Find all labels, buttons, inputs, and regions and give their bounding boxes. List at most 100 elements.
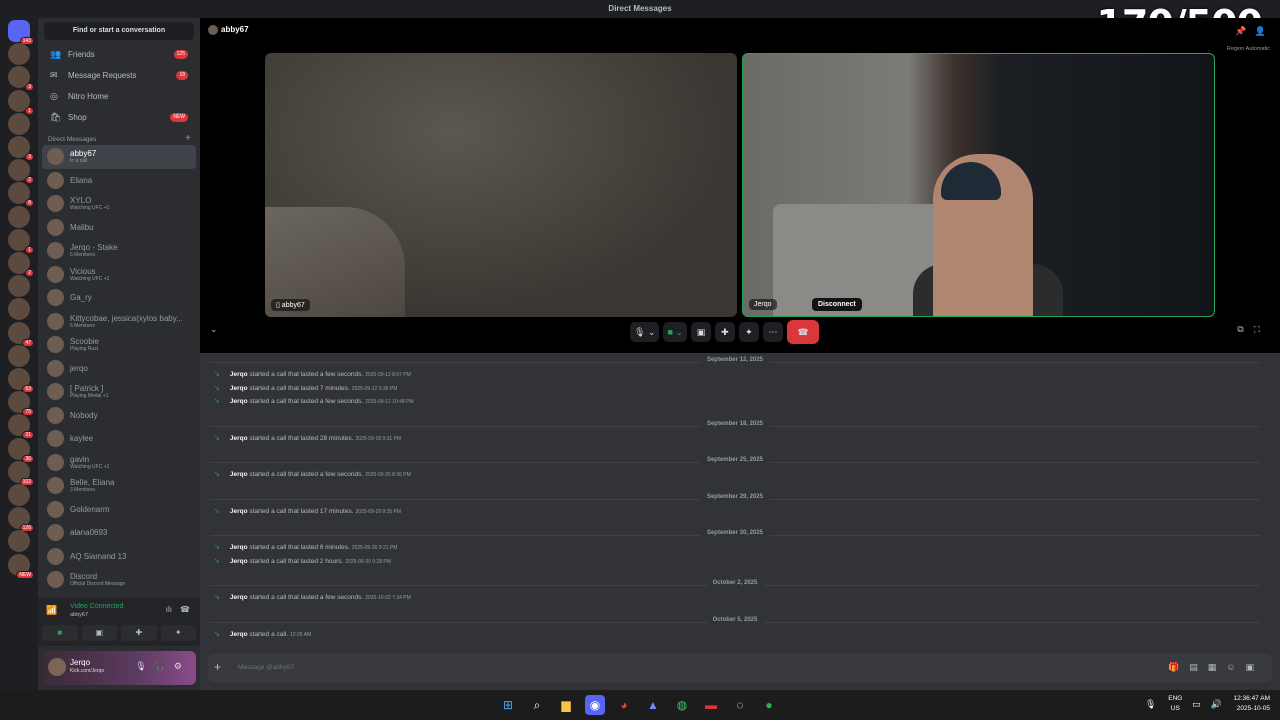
server-icon[interactable] [8,205,30,228]
sidebar-item-shop[interactable]: 🛍 Shop NEW [42,107,196,128]
server-icon[interactable]: 47 [8,321,34,347]
sidebar-item-friends[interactable]: 👥 Friends 125 [42,44,196,65]
server-icon[interactable]: 126 [8,507,34,533]
message-author[interactable]: Jerqo [230,398,248,405]
activity-button[interactable]: ✚ [714,322,735,342]
message-author[interactable]: Jerqo [230,371,248,378]
server-icon[interactable]: 2 [8,159,34,185]
headphones-icon[interactable]: 🎧 [155,661,174,671]
search-icon[interactable]: ⌕ [527,695,547,715]
message-input[interactable]: Message @abby67 [238,664,294,671]
screenshare-button[interactable]: ▣ [690,322,711,342]
clock[interactable]: 12:36:47 AM 2025-10-05 [1234,694,1271,714]
mic-icon[interactable]: 🎙 [135,661,154,671]
chrome-icon[interactable]: ◕ [614,695,634,715]
message-author[interactable]: Jerqo [230,544,248,551]
fullscreen-icon[interactable]: ⛶ [1254,324,1270,334]
dm-item[interactable]: alana0693 [42,521,196,545]
sidebar-item-message-requests[interactable]: ✉ Message Requests 18 [42,65,196,86]
dm-item[interactable]: [ Patrick ] Playing Medal +1 [42,380,196,404]
server-icon[interactable]: 3 [8,136,34,161]
language-indicator[interactable]: ENG US [1168,694,1182,714]
sidebar-item-nitro-home[interactable]: ◎ Nitro Home [42,86,196,107]
message-author[interactable]: Jerqo [230,471,248,478]
disconnect-button[interactable]: ☎ [786,320,819,344]
dm-item[interactable]: Kittycobae, jessica(xylos baby... 6 Membe… [42,310,196,334]
dm-item[interactable]: Belle, Eliana 3 Members [42,474,196,498]
dm-item[interactable]: Discord Official Discord Message [42,568,196,592]
network-icon[interactable]: ▭ [1192,694,1201,714]
create-dm-plus-icon[interactable]: + [185,133,191,144]
volume-icon[interactable]: 🔊 [1210,694,1221,714]
dm-item[interactable]: kaylee [42,427,196,451]
apps-icon[interactable]: ▣ [1245,662,1264,672]
voice-channel[interactable]: abby67 [70,612,88,618]
dm-item[interactable]: Vicious Watching UFC +1 [42,263,196,287]
dm-item[interactable]: jerqo [42,357,196,381]
server-icon[interactable]: NEW [8,553,34,579]
message-author[interactable]: Jerqo [230,594,248,601]
message-author[interactable]: Jerqo [230,558,248,565]
activity-button[interactable]: ✚ [121,625,157,641]
sticker-icon[interactable]: ▦ [1208,662,1227,672]
region-label[interactable]: Region Automatic [1227,46,1270,52]
discord-home-icon[interactable]: 143 [8,20,34,45]
pin-icon[interactable]: 📌 [1235,26,1246,36]
mute-button[interactable]: 🎙 ⌄ [630,322,660,342]
dm-item[interactable]: abby67 In a call [42,145,196,169]
server-icon[interactable] [8,298,30,321]
server-icon[interactable] [8,530,30,553]
server-icon[interactable] [8,43,30,66]
video-tile-abby67[interactable]: ▯ abby67 [265,53,737,317]
camera-button[interactable]: ■ [42,625,78,641]
spotify-icon[interactable]: ● [759,695,779,715]
dm-item[interactable]: AQ Siamand 13 [42,545,196,569]
dm-item[interactable]: Jerqo - Stake 6 Members [42,239,196,263]
folder-icon[interactable]: ▆ [556,695,576,715]
server-icon[interactable]: 1 [8,228,34,254]
app-icon[interactable]: ◌ [730,695,750,715]
dm-item[interactable]: XYLO Watching UFC +1 [42,192,196,216]
server-icon[interactable]: 3 [8,66,34,92]
dm-item[interactable]: Goldenarm [42,498,196,522]
server-icon[interactable]: 1 [8,89,34,115]
mic-icon[interactable]: 🎙 [1145,694,1156,714]
server-icon[interactable]: 21 [8,414,34,440]
chevron-down-icon[interactable]: ⌄ [210,324,218,335]
browser-icon[interactable]: ▲ [643,695,663,715]
emoji-icon[interactable]: ☺ [1226,662,1245,672]
start-icon[interactable]: ⊞ [498,695,518,715]
gear-icon[interactable]: ⚙ [174,661,190,671]
message-author[interactable]: Jerqo [230,385,248,392]
dm-item[interactable]: Scoobie Playing Rust [42,333,196,357]
more-options-button[interactable]: ⋯ [762,322,783,342]
gift-icon[interactable]: 🎁 [1168,662,1189,672]
noise-suppression-icon[interactable]: ılı [166,605,172,614]
popout-icon[interactable]: ⧉ [1237,324,1253,334]
app-icon[interactable]: ▬ [701,695,721,715]
dm-item[interactable]: gavin Watching UFC +1 [42,451,196,475]
find-conversation-button[interactable]: Find or start a conversation [44,22,194,40]
screenshare-button[interactable]: ▣ [81,625,117,641]
server-icon[interactable]: 102 [8,460,34,486]
server-icon[interactable]: 2 [8,252,34,277]
video-tile-jerqo[interactable]: Jerqo [742,53,1215,317]
server-icon[interactable] [8,112,30,135]
server-icon[interactable]: 63 [8,368,34,393]
dm-item[interactable]: Malibu [42,216,196,240]
dm-item[interactable]: Ga_ry [42,286,196,310]
discord-icon[interactable]: ◉ [585,695,605,715]
disconnect-icon[interactable]: ☎ [180,605,190,614]
message-author[interactable]: Jerqo [230,508,248,515]
server-icon[interactable] [8,344,30,367]
avatar[interactable] [48,658,66,676]
app-icon[interactable]: ◍ [672,695,692,715]
server-icon[interactable]: 75 [8,391,34,417]
server-icon[interactable]: 36 [8,437,34,463]
dm-item[interactable]: Eliana [42,169,196,193]
attach-plus-icon[interactable]: + [214,660,221,674]
server-icon[interactable] [8,484,30,506]
gif-icon[interactable]: ▤ [1189,662,1208,672]
server-icon[interactable]: 8 [8,182,34,208]
soundboard-button[interactable]: ✦ [738,322,759,342]
